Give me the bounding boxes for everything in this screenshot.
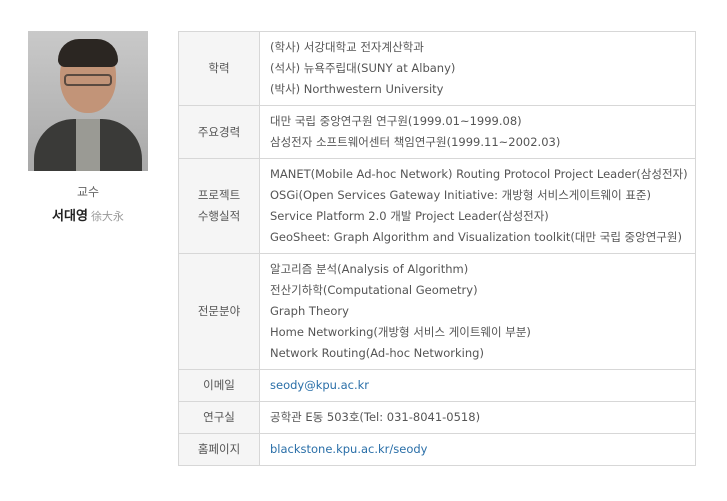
expertise-line: Home Networking(개방형 서비스 게이트웨이 부분) bbox=[270, 325, 531, 339]
project-line: MANET(Mobile Ad-hoc Network) Routing Pro… bbox=[270, 167, 688, 181]
label-projects-line: 수행실적 bbox=[197, 209, 241, 223]
value-office: 공학관 E동 503호(Tel: 031-8041-0518) bbox=[259, 401, 696, 434]
professor-title: 교수 bbox=[76, 185, 100, 199]
professor-name-hanja: 徐大永 bbox=[90, 210, 124, 223]
label-expertise: 전문분야 bbox=[178, 253, 260, 370]
row-career: 주요경력 대만 국립 중앙연구원 연구원(1999.01~1999.08) 삼성… bbox=[178, 105, 696, 159]
project-line: OSGi(Open Services Gateway Initiative: 개… bbox=[270, 188, 651, 202]
profile-card: 교수 서대영 徐大永 bbox=[28, 31, 148, 224]
profile-photo bbox=[28, 31, 148, 171]
label-career: 주요경력 bbox=[178, 105, 260, 159]
professor-name-line: 서대영 徐大永 bbox=[28, 205, 148, 224]
career-line: 대만 국립 중앙연구원 연구원(1999.01~1999.08) bbox=[270, 114, 522, 128]
profile-info-table: 학력 (학사) 서강대학교 전자계산학과 (석사) 뉴욕주립대(SUNY at … bbox=[178, 31, 696, 466]
career-line: 삼성전자 소프트웨어센터 책임연구원(1999.11~2002.03) bbox=[270, 135, 561, 149]
label-office: 연구실 bbox=[178, 401, 260, 434]
row-education: 학력 (학사) 서강대학교 전자계산학과 (석사) 뉴욕주립대(SUNY at … bbox=[178, 31, 696, 106]
label-email: 이메일 bbox=[178, 369, 260, 402]
label-homepage: 홈페이지 bbox=[178, 433, 260, 466]
row-projects: 프로젝트 수행실적 MANET(Mobile Ad-hoc Network) R… bbox=[178, 158, 696, 254]
email-link[interactable]: seody@kpu.ac.kr bbox=[270, 378, 369, 392]
label-projects-line: 프로젝트 bbox=[197, 188, 241, 202]
value-projects: MANET(Mobile Ad-hoc Network) Routing Pro… bbox=[259, 158, 696, 254]
photo-shirt-shape bbox=[76, 119, 100, 171]
value-email-cell: seody@kpu.ac.kr bbox=[259, 369, 696, 402]
expertise-line: Graph Theory bbox=[270, 304, 349, 318]
expertise-line: Network Routing(Ad-hoc Networking) bbox=[270, 346, 484, 360]
project-line: GeoSheet: Graph Algorithm and Visualizat… bbox=[270, 230, 682, 244]
professor-name: 서대영 bbox=[52, 209, 88, 224]
education-line: (학사) 서강대학교 전자계산학과 bbox=[270, 40, 424, 54]
photo-glasses-shape bbox=[64, 74, 112, 86]
row-email: 이메일 seody@kpu.ac.kr bbox=[178, 369, 696, 402]
value-homepage-cell: blackstone.kpu.ac.kr/seody bbox=[259, 433, 696, 466]
education-line: (박사) Northwestern University bbox=[270, 82, 444, 96]
expertise-line: 알고리즘 분석(Analysis of Algorithm) bbox=[270, 262, 469, 276]
value-expertise: 알고리즘 분석(Analysis of Algorithm) 전산기하학(Com… bbox=[259, 253, 696, 370]
value-career: 대만 국립 중앙연구원 연구원(1999.01~1999.08) 삼성전자 소프… bbox=[259, 105, 696, 159]
row-expertise: 전문분야 알고리즘 분석(Analysis of Algorithm) 전산기하… bbox=[178, 253, 696, 370]
row-office: 연구실 공학관 E동 503호(Tel: 031-8041-0518) bbox=[178, 401, 696, 434]
label-education: 학력 bbox=[178, 31, 260, 106]
homepage-link[interactable]: blackstone.kpu.ac.kr/seody bbox=[270, 442, 427, 456]
photo-hair-shape bbox=[58, 39, 118, 67]
row-homepage: 홈페이지 blackstone.kpu.ac.kr/seody bbox=[178, 433, 696, 466]
expertise-line: 전산기하학(Computational Geometry) bbox=[270, 283, 478, 297]
value-education: (학사) 서강대학교 전자계산학과 (석사) 뉴욕주립대(SUNY at Alb… bbox=[259, 31, 696, 106]
education-line: (석사) 뉴욕주립대(SUNY at Albany) bbox=[270, 61, 456, 75]
label-projects: 프로젝트 수행실적 bbox=[178, 158, 260, 254]
project-line: Service Platform 2.0 개발 Project Leader(삼… bbox=[270, 209, 549, 223]
